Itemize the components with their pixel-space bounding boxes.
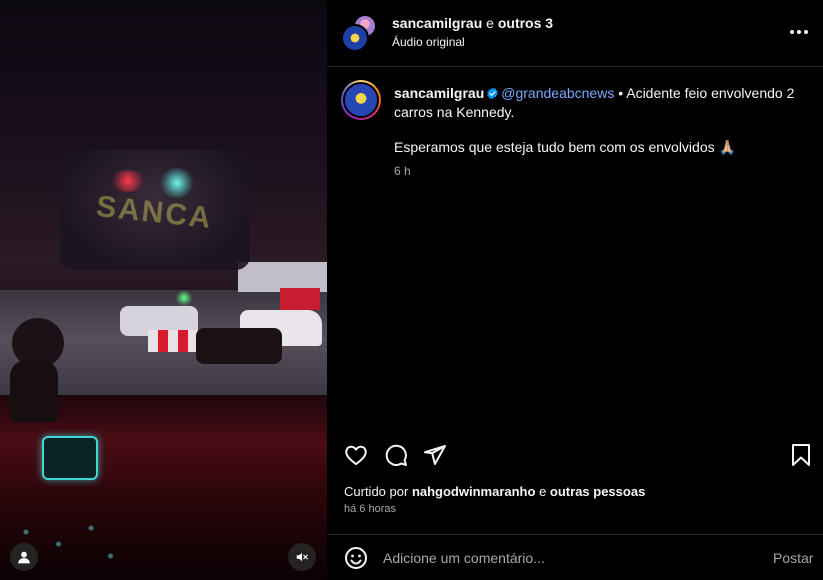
comment-input[interactable] [383, 546, 743, 570]
caption-text: Esperamos que esteja tudo bem com os env… [394, 139, 736, 155]
video-scene-screen [42, 436, 98, 480]
caption-body: sancamilgrau @grandeabcnews • Acidente fe… [394, 84, 804, 157]
likes-others[interactable]: outras pessoas [550, 484, 645, 499]
tagged-users-button[interactable] [10, 543, 38, 571]
likes-summary: Curtido por nahgodwinmaranho e outras pe… [344, 484, 645, 499]
send-icon [424, 445, 446, 465]
video-scene-doll [10, 360, 58, 422]
avatar [343, 82, 379, 118]
video-scene-light [160, 168, 194, 198]
post-details-panel: sancamilgrau e outros 3 Áudio original s… [327, 0, 823, 580]
post-timestamp[interactable]: há 6 horas [344, 503, 396, 515]
video-scene-light [176, 290, 192, 306]
verified-badge-icon [487, 87, 499, 100]
caption-avatar[interactable] [341, 80, 381, 120]
video-scene-sign [280, 288, 320, 310]
smiley-icon [345, 547, 367, 569]
post-authors: sancamilgrau e outros 3 [392, 15, 553, 31]
caption-mention[interactable]: @grandeabcnews [501, 85, 614, 101]
post-caption: sancamilgrau @grandeabcnews • Acidente fe… [327, 68, 823, 438]
comment-icon [385, 444, 407, 466]
video-scene-light [110, 170, 146, 192]
mute-button[interactable] [288, 543, 316, 571]
author-connector: e [486, 15, 494, 31]
like-button[interactable] [343, 442, 369, 468]
likes-connector: e [539, 484, 547, 499]
more-horizontal-icon [790, 30, 808, 34]
heart-icon [345, 445, 367, 465]
emoji-button[interactable] [344, 546, 368, 570]
post-header: sancamilgrau e outros 3 Áudio original [327, 0, 823, 67]
avatar [341, 24, 369, 52]
post-comment-button[interactable]: Postar [773, 550, 813, 566]
post-video[interactable]: SANCA [0, 0, 327, 580]
comment-button[interactable] [383, 442, 409, 468]
video-scene-car [196, 328, 282, 364]
caption-timestamp[interactable]: 6 h [394, 164, 411, 178]
share-button[interactable] [422, 442, 448, 468]
user-icon [18, 551, 30, 564]
likes-user[interactable]: nahgodwinmaranho [412, 484, 536, 499]
collab-avatars[interactable] [341, 14, 379, 52]
bookmark-icon [792, 444, 810, 466]
audio-link[interactable]: Áudio original [392, 35, 465, 49]
comment-bar: Postar [327, 534, 823, 580]
author-username[interactable]: sancamilgrau [392, 15, 482, 31]
more-options-button[interactable] [785, 20, 813, 44]
collaborators-link[interactable]: outros 3 [498, 15, 553, 31]
likes-prefix: Curtido por [344, 484, 409, 499]
volume-muted-icon [296, 552, 308, 562]
post-actions [327, 438, 823, 472]
caption-username[interactable]: sancamilgrau [394, 85, 484, 101]
save-button[interactable] [788, 442, 814, 468]
